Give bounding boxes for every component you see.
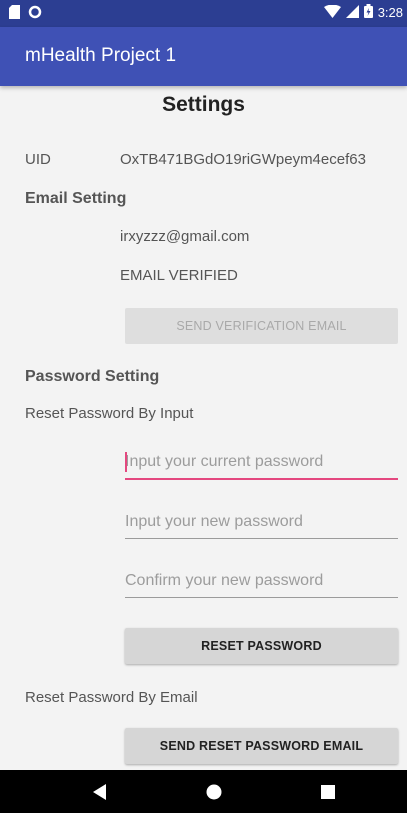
settings-screen: Settings UID OxTB471BGdO19riGWpeym4ecef6… (0, 86, 407, 770)
app-title: mHealth Project 1 (25, 45, 177, 66)
sim-card-icon (9, 5, 20, 24)
send-verification-email-button[interactable]: SEND VERIFICATION EMAIL (125, 308, 398, 344)
reset-by-input-label: Reset Password By Input (25, 405, 194, 422)
send-reset-password-email-button[interactable]: SEND RESET PASSWORD EMAIL (125, 728, 398, 764)
navigation-bar (0, 770, 407, 813)
signal-icon (345, 4, 359, 21)
email-address: irxyzzz@gmail.com (120, 228, 250, 245)
page-title: Settings (162, 93, 245, 116)
app-bar: mHealth Project 1 (0, 27, 407, 86)
confirm-password-input[interactable] (125, 565, 398, 598)
recents-button[interactable] (298, 770, 358, 813)
clock: 3:28 (377, 5, 403, 20)
confirm-password-field[interactable] (125, 565, 398, 599)
recents-icon (321, 784, 335, 799)
back-icon (93, 783, 106, 800)
email-setting-heading: Email Setting (25, 190, 127, 207)
back-button[interactable] (70, 770, 130, 813)
status-bar: 3:28 (0, 0, 407, 27)
password-setting-heading: Password Setting (25, 368, 160, 385)
new-password-field[interactable] (125, 506, 398, 540)
circle-notification-icon (28, 5, 42, 24)
reset-by-email-label: Reset Password By Email (25, 689, 198, 706)
home-icon (206, 784, 222, 799)
email-status: EMAIL VERIFIED (120, 267, 238, 284)
home-button[interactable] (184, 770, 244, 813)
text-cursor (125, 452, 127, 472)
reset-password-button[interactable]: RESET PASSWORD (125, 628, 398, 664)
battery-icon (363, 4, 373, 21)
uid-label: UID (25, 151, 51, 168)
uid-value: OxTB471BGdO19riGWpeym4ecef63 (120, 151, 366, 168)
new-password-input[interactable] (125, 506, 398, 539)
current-password-field[interactable] (125, 446, 398, 480)
wifi-icon (323, 4, 341, 21)
current-password-input[interactable] (125, 446, 398, 480)
